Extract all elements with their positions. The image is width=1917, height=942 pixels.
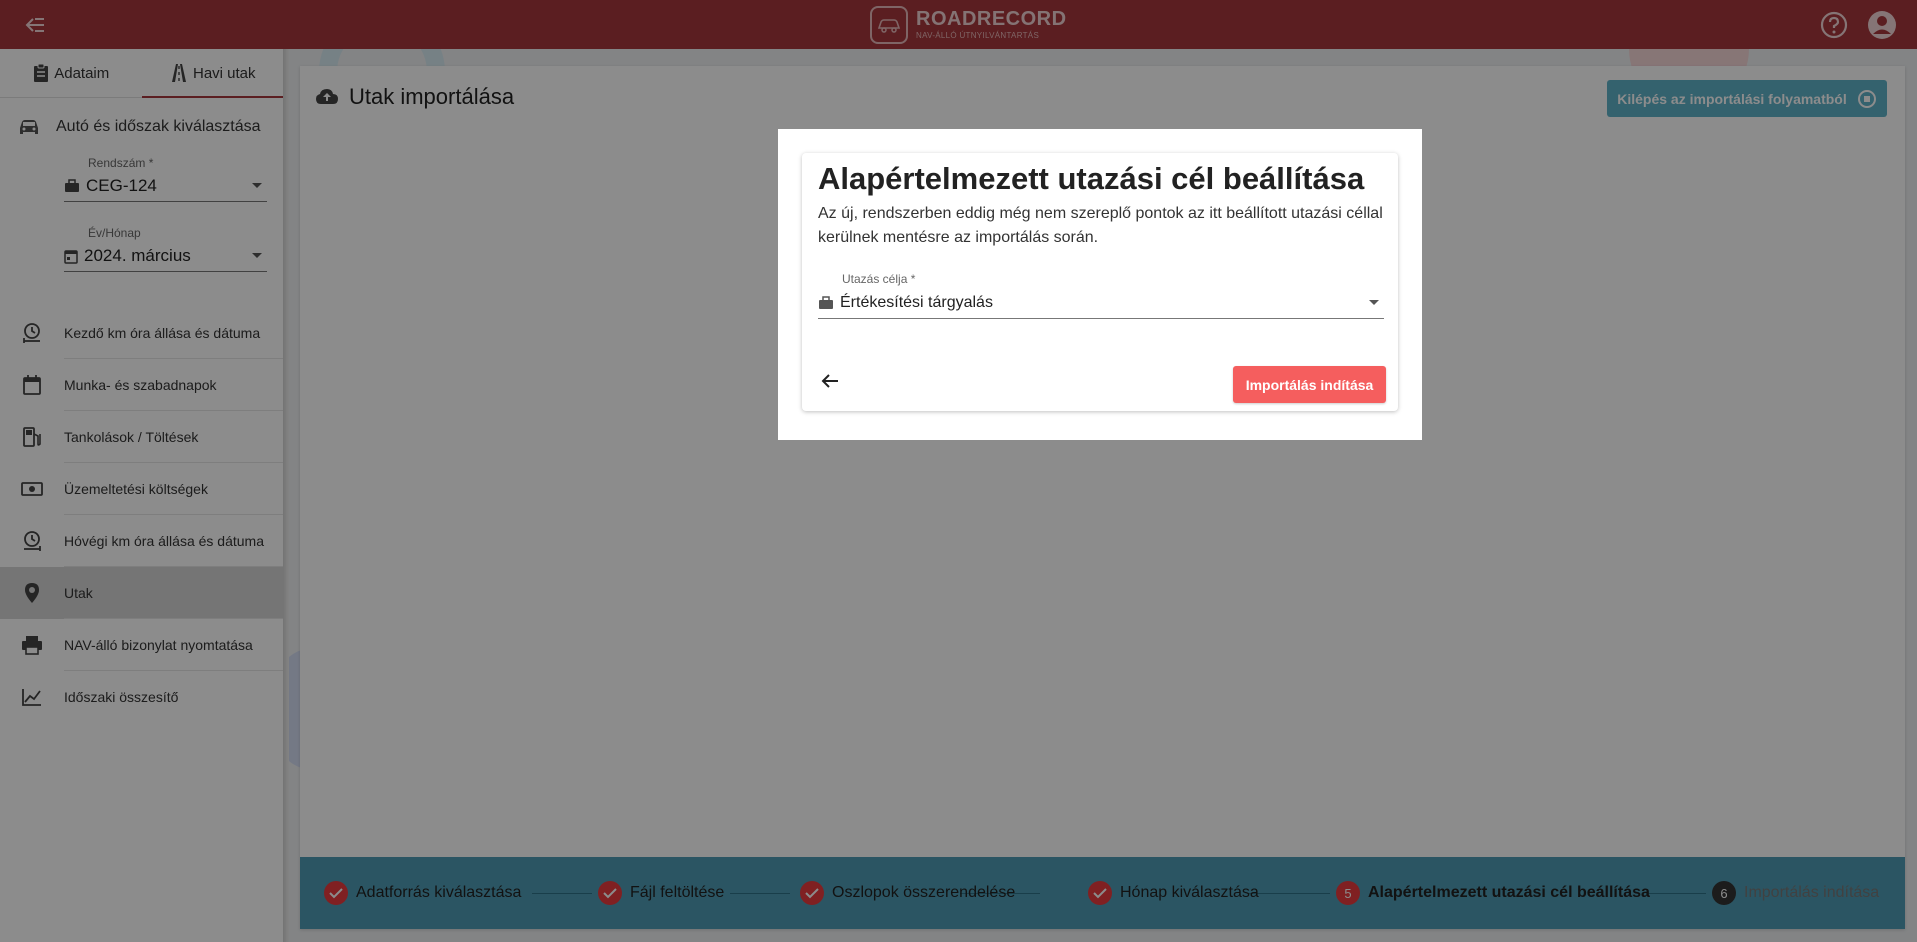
dialog-title: Alapértelmezett utazási cél beállítása	[818, 161, 1365, 196]
start-import-button[interactable]: Importálás indítása	[1233, 366, 1386, 403]
dialog-description: Az új, rendszerben eddig még nem szerepl…	[818, 205, 1383, 246]
start-import-label: Importálás indítása	[1245, 376, 1374, 393]
chevron-down-icon	[1368, 299, 1380, 307]
dialog-card: Alapértelmezett utazási cél beállítása A…	[802, 153, 1398, 411]
purpose-label: Utazás célja *	[842, 272, 916, 286]
default-purpose-dialog: Alapértelmezett utazási cél beállítása A…	[778, 129, 1422, 440]
back-arrow-icon[interactable]	[816, 367, 844, 395]
briefcase-icon	[818, 296, 834, 310]
purpose-value: Értékesítési tárgyalás	[840, 294, 993, 311]
purpose-select[interactable]: Értékesítési tárgyalás	[818, 288, 1384, 319]
